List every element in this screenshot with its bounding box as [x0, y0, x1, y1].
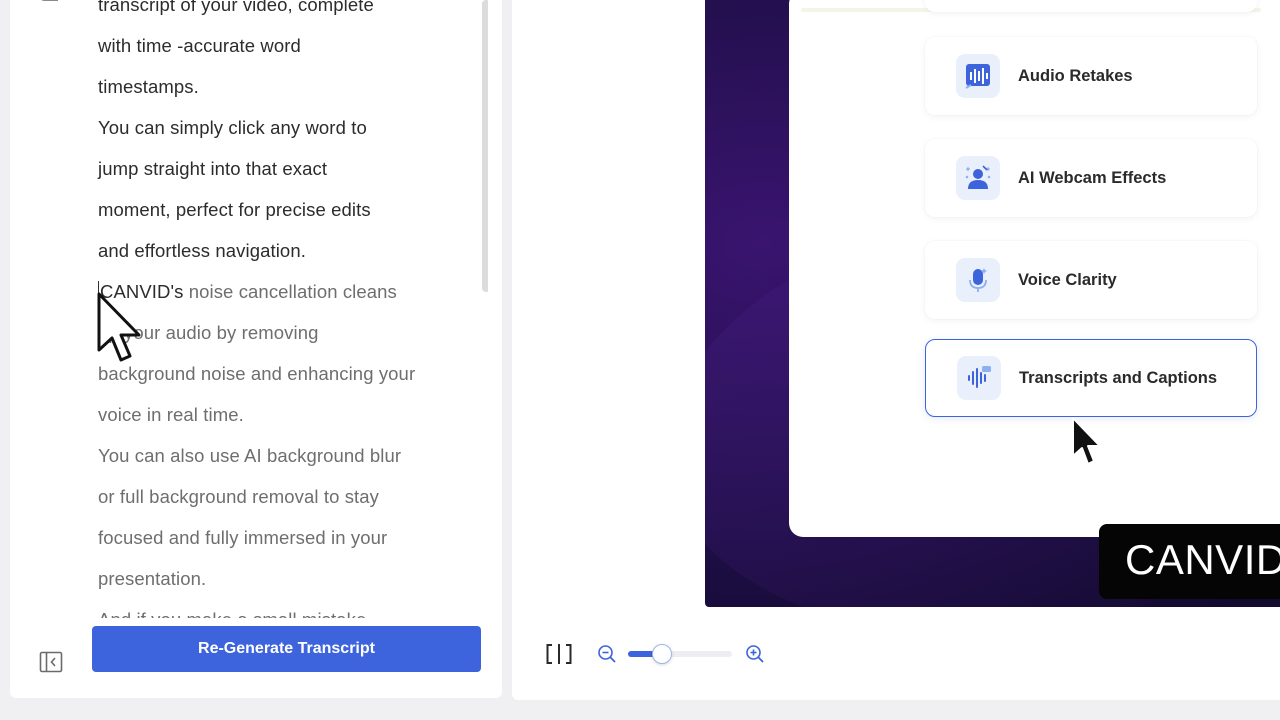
zoom-in-button[interactable] [744, 643, 766, 665]
editor-preview-panel: Audio Retakes AI Webcam Effects Voice Cl… [512, 0, 1280, 700]
zoom-out-button[interactable] [596, 643, 618, 665]
transcript-line[interactable]: or full background removal to stay [98, 476, 470, 517]
feature-card-partial [925, 0, 1257, 12]
transcript-line[interactable]: with time -accurate word [98, 25, 470, 66]
split-icon [546, 644, 572, 664]
transcript-line-rest[interactable]: noise cancellation cleans [183, 281, 397, 302]
scrollbar-thumb[interactable] [482, 0, 488, 292]
transcript-scroll-area[interactable]: transcript of your video, complete with … [10, 0, 488, 618]
transcript-line[interactable]: up your audio by removing [98, 312, 470, 353]
caption-overlay: CANVID [1099, 524, 1280, 599]
transcript-line[interactable]: You can also use AI background blur [98, 435, 470, 476]
regenerate-transcript-button[interactable]: Re-Generate Transcript [92, 626, 481, 672]
feature-label: Transcripts and Captions [1019, 368, 1218, 387]
transcript-line[interactable]: timestamps. [98, 66, 470, 107]
feature-ai-webcam-effects[interactable]: AI Webcam Effects [925, 139, 1257, 217]
transcript-line[interactable]: focused and fully immersed in your [98, 517, 470, 558]
transcript-panel: transcript of your video, complete with … [10, 0, 502, 698]
feature-voice-clarity[interactable]: Voice Clarity [925, 241, 1257, 319]
caption-text: CANVID [1125, 536, 1280, 583]
captions-icon [957, 356, 1001, 400]
transcript-line[interactable]: background noise and enhancing your [98, 353, 470, 394]
video-preview[interactable]: Audio Retakes AI Webcam Effects Voice Cl… [705, 0, 1280, 607]
feature-transcripts-captions[interactable]: Transcripts and Captions [925, 339, 1257, 417]
transcript-line[interactable]: jump straight into that exact [98, 148, 470, 189]
zoom-thumb[interactable] [651, 644, 672, 664]
transcript-line-current[interactable]: CANVID's noise cancellation cleans [98, 271, 470, 312]
text-caret [98, 281, 99, 301]
transcript-text[interactable]: transcript of your video, complete with … [98, 0, 470, 618]
microphone-icon [956, 258, 1000, 302]
transcript-line[interactable]: and effortless navigation. [98, 230, 470, 271]
feature-label: Voice Clarity [1018, 270, 1117, 289]
split-clip-button[interactable] [544, 641, 574, 667]
feature-label: AI Webcam Effects [1018, 168, 1167, 187]
feature-label: Audio Retakes [1018, 66, 1133, 85]
collapse-sidebar-button[interactable] [39, 650, 63, 674]
audio-retakes-icon [956, 54, 1000, 98]
transcript-line[interactable]: voice in real time. [98, 394, 470, 435]
transcript-line[interactable]: You can simply click any word to [98, 107, 470, 148]
features-card: Audio Retakes AI Webcam Effects Voice Cl… [789, 0, 1280, 537]
feature-audio-retakes[interactable]: Audio Retakes [925, 37, 1257, 115]
zoom-out-icon [598, 645, 616, 663]
webcam-effects-icon [956, 156, 1000, 200]
sidebar-collapse-icon [39, 651, 63, 673]
zoom-in-icon [746, 645, 764, 663]
transcript-scrollbar[interactable] [482, 0, 488, 292]
transcript-line[interactable]: presentation. [98, 558, 470, 599]
transcript-word-highlight[interactable]: CANVID's [100, 281, 183, 302]
transcript-line[interactable]: moment, perfect for precise edits [98, 189, 470, 230]
transcript-line[interactable]: And if you make a small mistake, [98, 599, 470, 618]
transcript-line[interactable]: transcript of your video, complete [98, 0, 470, 25]
zoom-slider[interactable] [628, 644, 732, 664]
